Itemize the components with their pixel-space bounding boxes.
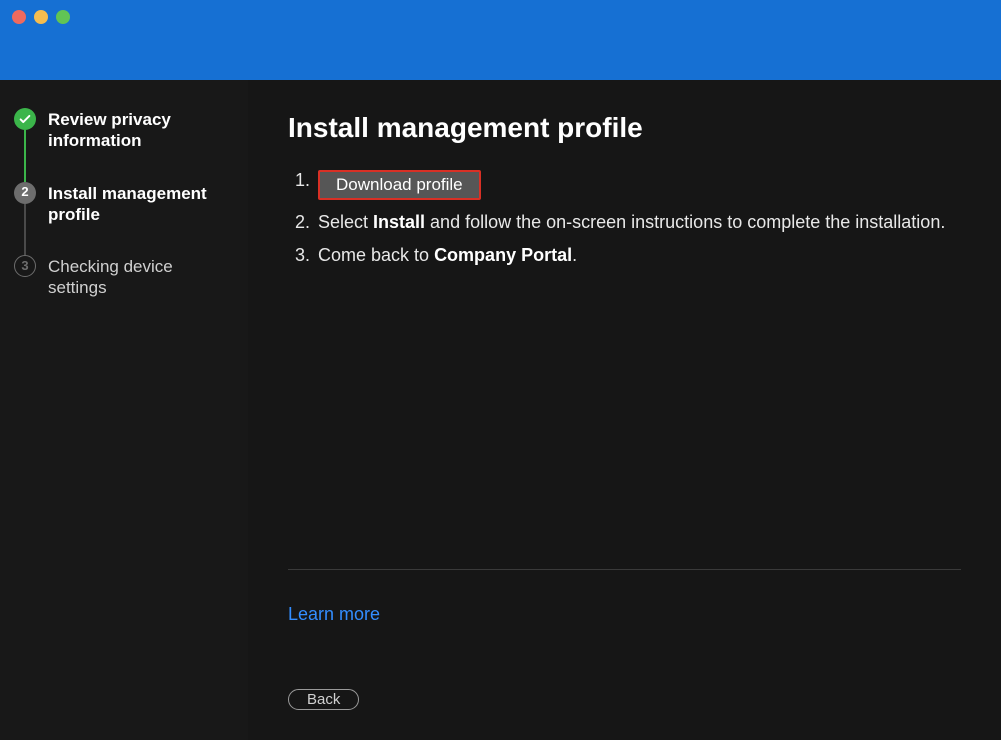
step-checking-settings: 3 Checking device settings — [14, 255, 232, 299]
steps-list: Review privacy information 2 Install man… — [14, 108, 232, 299]
fullscreen-window-button[interactable] — [56, 10, 70, 24]
step-label: Review privacy information — [48, 108, 232, 152]
step-label: Checking device settings — [48, 255, 232, 299]
divider — [288, 569, 961, 570]
list-number: 2. — [288, 212, 310, 233]
minimize-window-button[interactable] — [34, 10, 48, 24]
titlebar — [0, 0, 1001, 80]
download-profile-button[interactable]: Download profile — [318, 170, 481, 200]
sidebar: Review privacy information 2 Install man… — [0, 80, 248, 740]
step-number-badge: 2 — [14, 182, 36, 204]
connector-line — [24, 130, 26, 182]
instruction-text: Select Install and follow the on-screen … — [318, 212, 945, 233]
window-controls — [12, 10, 70, 24]
step-label: Install management profile — [48, 182, 232, 226]
learn-more-link[interactable]: Learn more — [288, 604, 380, 624]
close-window-button[interactable] — [12, 10, 26, 24]
main-panel: Install management profile 1. Download p… — [248, 80, 1001, 740]
content: Review privacy information 2 Install man… — [0, 80, 1001, 740]
instruction-text: Come back to Company Portal. — [318, 245, 577, 266]
list-number: 3. — [288, 245, 310, 266]
step-review-privacy: Review privacy information — [14, 108, 232, 182]
footer: Back — [288, 689, 961, 710]
instruction-list: 1. Download profile 2. Select Install an… — [288, 164, 961, 272]
page-title: Install management profile — [288, 112, 961, 144]
instruction-item-3: 3. Come back to Company Portal. — [288, 239, 961, 272]
step-number-badge: 3 — [14, 255, 36, 277]
learn-more-row: Learn more — [288, 604, 961, 625]
connector-line — [24, 204, 26, 256]
checkmark-icon — [14, 108, 36, 130]
instruction-item-2: 2. Select Install and follow the on-scre… — [288, 206, 961, 239]
instruction-item-1: 1. Download profile — [288, 164, 961, 206]
list-number: 1. — [288, 170, 310, 200]
step-install-profile: 2 Install management profile — [14, 182, 232, 256]
back-button[interactable]: Back — [288, 689, 359, 710]
